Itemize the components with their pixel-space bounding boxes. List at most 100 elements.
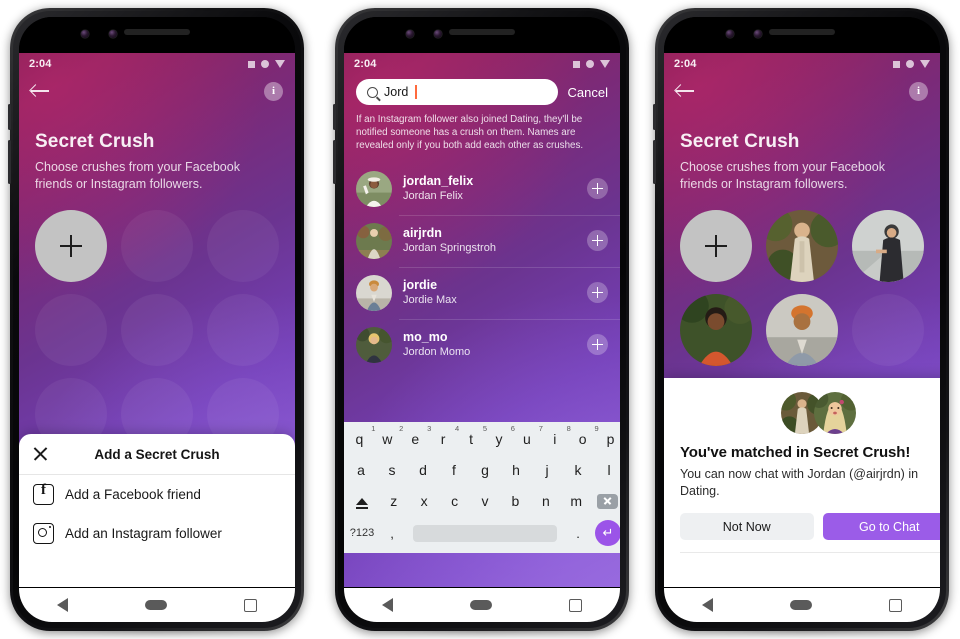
status-icons	[248, 60, 285, 68]
add-button[interactable]	[587, 334, 608, 356]
list-item-text: airjrdn Jordan Springstroh	[403, 226, 576, 255]
phone-screen-glass: 2:04 i Secret Crush Choose crushes from …	[664, 17, 940, 622]
cancel-button[interactable]: Cancel	[568, 85, 608, 100]
add-button[interactable]	[587, 230, 608, 252]
status-bar: 2:04	[344, 53, 620, 75]
space-key[interactable]	[413, 524, 557, 542]
key-t[interactable]: 5t	[459, 424, 487, 451]
empty-crush-slot[interactable]	[207, 294, 279, 366]
key-comma[interactable]: ,	[380, 521, 404, 545]
info-icon[interactable]: i	[264, 81, 283, 101]
list-item[interactable]: airjrdn Jordan Springstroh	[344, 214, 620, 267]
key-l[interactable]: l	[595, 458, 620, 482]
status-icons	[893, 60, 930, 68]
page-subtitle: Choose crushes from your Facebook friend…	[680, 160, 885, 191]
key-i[interactable]: 8i	[542, 424, 571, 451]
key-v[interactable]: v	[471, 489, 498, 513]
key-h[interactable]: h	[502, 458, 530, 482]
nav-back-icon[interactable]	[702, 598, 714, 612]
volume-button[interactable]	[8, 104, 11, 130]
android-nav-bar	[19, 588, 295, 622]
key-c[interactable]: c	[441, 489, 468, 513]
volume-button[interactable]	[653, 104, 656, 130]
nav-recents-icon[interactable]	[568, 598, 582, 612]
triangle-down-icon	[275, 60, 285, 68]
info-icon[interactable]: i	[909, 81, 928, 101]
phone-screen-glass: 2:04 Jord Cancel If an Instagram followe…	[344, 17, 620, 622]
crush-slot[interactable]	[766, 210, 838, 282]
add-button[interactable]	[587, 282, 608, 304]
key-q[interactable]: 1q	[347, 424, 376, 451]
device-top-bezel	[344, 17, 620, 53]
key-r[interactable]: 4r	[431, 424, 459, 451]
back-arrow-icon[interactable]	[676, 83, 696, 99]
empty-crush-slot[interactable]	[121, 210, 193, 282]
status-clock: 2:04	[354, 58, 377, 70]
triangle-down-icon	[920, 60, 930, 68]
list-item[interactable]: jordan_felix Jordan Felix	[344, 163, 620, 215]
result-username: mo_mo	[403, 330, 448, 345]
nav-home-icon[interactable]	[469, 600, 492, 610]
key-g[interactable]: g	[471, 458, 499, 482]
key-w[interactable]: 2w	[375, 424, 403, 451]
shift-icon[interactable]	[347, 489, 377, 513]
key-o[interactable]: 9o	[570, 424, 599, 451]
sheet-item-instagram[interactable]: Add an Instagram follower	[19, 514, 295, 553]
empty-crush-slot[interactable]	[35, 294, 107, 366]
list-item[interactable]: mo_mo Jordon Momo	[344, 318, 620, 371]
key-y[interactable]: 6y	[487, 424, 515, 451]
key-n[interactable]: n	[532, 489, 559, 513]
not-now-button[interactable]: Not Now	[680, 513, 814, 540]
key-j[interactable]: j	[533, 458, 561, 482]
power-button[interactable]	[653, 140, 656, 184]
key-period[interactable]: .	[566, 521, 590, 545]
power-button[interactable]	[333, 140, 336, 184]
nav-back-icon[interactable]	[57, 598, 69, 612]
key-k[interactable]: k	[564, 458, 592, 482]
search-input[interactable]: Jord	[356, 79, 558, 105]
key-s[interactable]: s	[378, 458, 406, 482]
add-crush-slot[interactable]	[35, 210, 107, 282]
volume-button[interactable]	[333, 104, 336, 130]
empty-crush-slot[interactable]	[121, 294, 193, 366]
key-z[interactable]: z	[380, 489, 407, 513]
matched-avatars	[680, 392, 940, 434]
close-icon[interactable]	[33, 447, 48, 462]
key-d[interactable]: d	[409, 458, 437, 482]
key-f[interactable]: f	[440, 458, 468, 482]
symbols-key[interactable]: ?123	[347, 521, 377, 545]
go-to-chat-button[interactable]: Go to Chat	[822, 513, 940, 540]
sheet-item-facebook[interactable]: Add a Facebook friend	[19, 475, 295, 514]
square-icon	[893, 60, 900, 68]
nav-home-icon[interactable]	[789, 600, 812, 610]
crush-slot[interactable]	[680, 294, 752, 366]
key-e[interactable]: 3e	[403, 424, 431, 451]
crush-slot[interactable]	[852, 210, 924, 282]
sheet-item-label: Add an Instagram follower	[65, 526, 222, 541]
empty-crush-slot[interactable]	[207, 210, 279, 282]
key-a[interactable]: a	[347, 458, 375, 482]
key-u[interactable]: 7u	[514, 424, 543, 451]
list-item-text: mo_mo Jordon Momo	[403, 330, 576, 359]
crush-slot[interactable]	[766, 294, 838, 366]
list-item[interactable]: jordie Jordie Max	[344, 266, 620, 319]
enter-key[interactable]: ↵	[595, 520, 620, 546]
nav-recents-icon[interactable]	[243, 598, 257, 612]
avatar	[356, 222, 392, 259]
key-x[interactable]: x	[410, 489, 437, 513]
key-m[interactable]: m	[563, 489, 590, 513]
key-p[interactable]: 0p	[598, 427, 620, 451]
add-button[interactable]	[587, 178, 608, 200]
nav-back-icon[interactable]	[382, 598, 394, 612]
search-results-list: jordan_felix Jordan Felix airjrdn Jordan…	[344, 163, 620, 371]
nav-home-icon[interactable]	[144, 600, 167, 610]
backspace-icon[interactable]	[593, 489, 620, 513]
key-b[interactable]: b	[502, 489, 529, 513]
keyboard-row-2: a s d f g h j k l	[347, 458, 620, 482]
hero-section: Secret Crush Choose crushes from your Fa…	[664, 107, 940, 192]
empty-crush-slot[interactable]	[852, 294, 924, 366]
add-crush-slot[interactable]	[680, 210, 752, 282]
power-button[interactable]	[8, 140, 11, 184]
nav-recents-icon[interactable]	[888, 598, 902, 612]
back-arrow-icon[interactable]	[31, 83, 51, 99]
